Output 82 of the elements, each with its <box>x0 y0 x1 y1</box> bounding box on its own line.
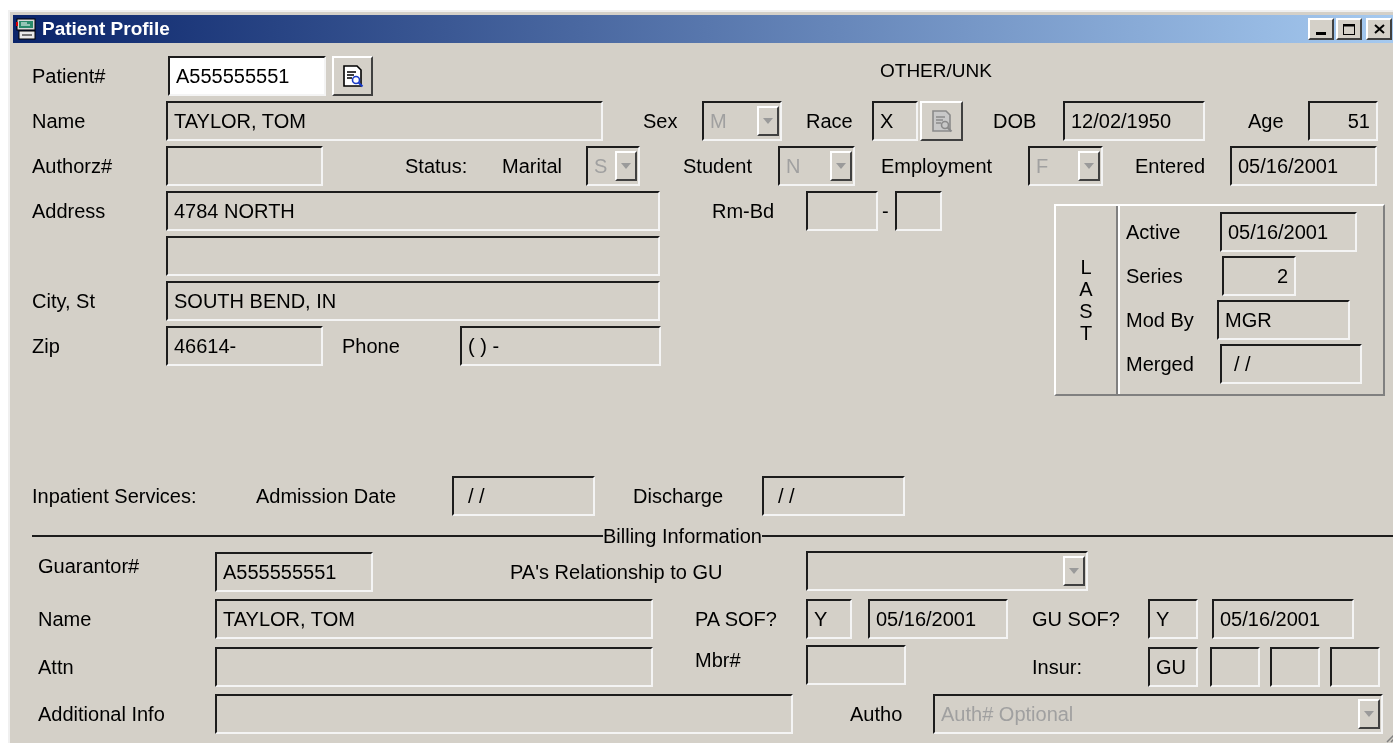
text-field[interactable] <box>806 191 878 231</box>
field-label: Sex <box>643 109 678 134</box>
text-field[interactable]: 05/16/2001 <box>868 599 1008 639</box>
field-label: Entered <box>1135 154 1206 179</box>
field-label: Phone <box>342 334 400 359</box>
field-label: Attn <box>38 655 74 680</box>
text-field[interactable]: TAYLOR, TOM <box>166 101 603 141</box>
text-field[interactable] <box>1330 647 1380 687</box>
text-field[interactable]: TAYLOR, TOM <box>215 599 653 639</box>
field-label: Patient# <box>32 64 106 89</box>
text-field[interactable]: Y <box>1148 599 1198 639</box>
field-label: PA's Relationship to GU <box>510 560 723 585</box>
field-label: Name <box>38 607 92 632</box>
field-label: Student <box>683 154 752 179</box>
field-label: Age <box>1248 109 1284 134</box>
text-field[interactable]: 2 <box>1222 256 1296 296</box>
text-field[interactable]: / / <box>762 476 905 516</box>
text-field[interactable]: 4784 NORTH <box>166 191 660 231</box>
text-field[interactable]: GU <box>1148 647 1198 687</box>
field-label: Mbr# <box>695 649 741 671</box>
text-field[interactable]: / / <box>452 476 595 516</box>
field-label: Rm-Bd <box>712 199 775 224</box>
text-field[interactable]: SOUTH BEND, IN <box>166 281 660 321</box>
field-label: Name <box>32 109 86 134</box>
field-label: GU SOF? <box>1032 607 1120 632</box>
field-label: Mod By <box>1126 308 1194 333</box>
text-field[interactable]: 12/02/1950 <box>1063 101 1205 141</box>
text-field[interactable] <box>166 236 660 276</box>
close-button[interactable] <box>1366 18 1392 40</box>
field-label: Merged <box>1126 352 1194 377</box>
race-description: OTHER/UNK <box>880 60 992 81</box>
text-field[interactable]: 46614- <box>166 326 323 366</box>
text-field[interactable] <box>215 694 793 734</box>
input-field[interactable]: A555555551 <box>168 56 326 96</box>
text-field[interactable]: ( ) - <box>460 326 661 366</box>
text-field[interactable]: 05/16/2001 <box>1230 146 1377 186</box>
field-label: Discharge <box>633 484 724 509</box>
field-label: Admission Date <box>256 484 397 509</box>
field-label: Additional Info <box>38 702 165 727</box>
document-search-icon <box>340 63 365 89</box>
text-field[interactable] <box>166 146 323 186</box>
maximize-icon <box>1343 23 1355 35</box>
text-field[interactable] <box>806 645 906 685</box>
text-field[interactable] <box>1210 647 1260 687</box>
field-label: Employment <box>881 154 993 179</box>
field-label: Inpatient Services: <box>32 484 197 509</box>
field-label: City, St <box>32 289 95 314</box>
field-label: Autho <box>850 702 903 727</box>
field-label: PA SOF? <box>695 607 777 632</box>
field-label: Address <box>32 199 106 224</box>
text-field[interactable]: 51 <box>1308 101 1378 141</box>
field-label: Authorz# <box>32 154 113 179</box>
text-field[interactable]: 05/16/2001 <box>1220 212 1357 252</box>
field-label: Status: <box>405 154 468 179</box>
field-label: Guarantor# <box>38 555 140 577</box>
text-field[interactable]: A555555551 <box>215 552 373 592</box>
field-label: Active <box>1126 220 1181 245</box>
field-label: Series <box>1126 264 1183 289</box>
field-label: Zip <box>32 334 60 359</box>
minimize-icon <box>1316 32 1326 35</box>
separator: - <box>882 200 889 222</box>
text-field[interactable]: / / <box>1220 344 1362 384</box>
text-field[interactable] <box>215 647 653 687</box>
minimize-button[interactable] <box>1308 18 1334 40</box>
window-title: Patient Profile <box>42 16 170 41</box>
text-field[interactable]: MGR <box>1217 300 1350 340</box>
section-heading: Billing Information <box>603 524 762 549</box>
app-icon <box>16 18 38 40</box>
field-label: Marital <box>502 154 562 179</box>
vertical-heading: LAST <box>1078 256 1094 344</box>
text-field[interactable] <box>1270 647 1320 687</box>
field-label: Insur: <box>1032 655 1083 680</box>
field-label: Race <box>806 109 853 134</box>
text-field[interactable]: 05/16/2001 <box>1212 599 1354 639</box>
maximize-button[interactable] <box>1336 18 1362 40</box>
lookup-button[interactable] <box>332 56 373 96</box>
text-field[interactable]: Y <box>806 599 852 639</box>
field-label: DOB <box>993 109 1037 134</box>
text-field[interactable]: X <box>872 101 918 141</box>
text-field[interactable] <box>895 191 942 231</box>
close-icon <box>1373 24 1385 34</box>
document-search-icon <box>929 108 954 134</box>
